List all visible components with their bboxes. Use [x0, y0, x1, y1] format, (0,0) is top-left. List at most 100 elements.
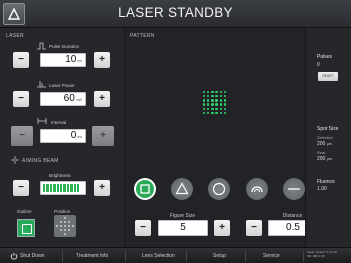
interval-number: 0 [70, 130, 77, 141]
pattern-dot [219, 95, 222, 98]
selected-spot-value: 200 µm [317, 141, 332, 147]
pattern-dot [203, 103, 206, 106]
line-icon [288, 188, 300, 190]
pattern-dot [219, 111, 222, 115]
laser-panel: LASER Pulse Duration − 10ms + Laser Powe… [0, 28, 125, 247]
laser-power-label: Laser Power [49, 83, 75, 88]
figure-size-label: Figure Size [169, 213, 196, 219]
brightness-segment [43, 184, 46, 192]
pattern-dot [219, 91, 222, 94]
interval-value[interactable]: 0ms [40, 129, 86, 143]
brightness-segment [73, 184, 76, 192]
real-label: Real [317, 150, 326, 155]
aiming-beam-label: AIMING BEAM [22, 158, 59, 164]
laser-power-unit: mW [75, 98, 82, 102]
outline-label: Outline [17, 209, 32, 214]
pattern-dot [207, 91, 210, 94]
pulse-duration-label: Pulse Duration [49, 44, 80, 49]
pattern-preview [203, 91, 228, 116]
pattern-dot [207, 103, 210, 106]
pulse-duration-decrease-button[interactable]: − [13, 52, 29, 68]
service-button[interactable]: Service [263, 248, 280, 263]
shape-arc-button[interactable] [246, 178, 268, 200]
brightness-increase-button[interactable]: + [94, 180, 110, 196]
laser-section-label: LASER [6, 33, 24, 39]
triangle-icon [175, 182, 189, 195]
brightness-segment [49, 184, 53, 192]
figure-size-decrease-button[interactable]: − [135, 220, 151, 236]
laser-power-increase-button[interactable]: + [94, 91, 110, 107]
outline-toggle[interactable] [17, 219, 35, 237]
shape-line-button[interactable] [283, 178, 305, 200]
pulse-duration-icon [37, 42, 46, 50]
distance-decrease-button[interactable]: − [246, 220, 262, 236]
pattern-panel: PATTERN Figure Size − 5 + Distance − 0.5 [125, 28, 318, 247]
pattern-dot [207, 95, 210, 98]
shape-circle-button[interactable] [208, 178, 230, 200]
pattern-dot [215, 99, 218, 102]
laser-power-icon [37, 81, 46, 88]
shape-triangle-button[interactable] [171, 178, 193, 200]
pattern-dot [215, 107, 218, 110]
brightness-segment [76, 184, 80, 192]
brightness-label: Brightness [49, 173, 71, 178]
interval-decrease-button[interactable]: − [11, 126, 33, 146]
pattern-dot [215, 111, 218, 115]
square-icon [140, 184, 150, 194]
pattern-dot [211, 103, 214, 106]
pattern-dot [203, 111, 206, 115]
setup-button[interactable]: Setup [213, 248, 226, 263]
brightness-segment [63, 184, 66, 192]
pattern-dot [211, 99, 214, 102]
pattern-dot [219, 103, 222, 106]
shut-down-button[interactable]: Shut Down [20, 248, 44, 263]
laser-power-decrease-button[interactable]: − [13, 91, 29, 107]
brightness-segment [59, 184, 63, 192]
pattern-dot [203, 95, 206, 98]
pulse-duration-increase-button[interactable]: + [94, 52, 110, 68]
figure-size-increase-button[interactable]: + [214, 220, 230, 236]
pattern-dot [211, 91, 214, 94]
brightness-decrease-button[interactable]: − [13, 180, 29, 196]
title-bar: LASER STANDBY [0, 0, 351, 28]
brightness-bar[interactable] [40, 181, 86, 195]
laser-power-number: 60 [63, 93, 75, 104]
pattern-dot [203, 107, 206, 110]
pulse-duration-value[interactable]: 10ms [40, 53, 86, 67]
figure-size-value[interactable]: 5 [158, 220, 208, 236]
serial-line: SN: 000 0 00 [307, 254, 325, 259]
power-icon [10, 252, 18, 260]
lens-selection-button[interactable]: Lens Selection [142, 248, 175, 263]
interval-unit: ms [77, 135, 82, 139]
pattern-dot [215, 103, 218, 106]
pattern-dot [203, 91, 206, 94]
pattern-dot [207, 99, 210, 102]
pattern-dot [211, 107, 214, 110]
pulse-duration-number: 10 [65, 54, 77, 65]
pattern-dot [219, 99, 222, 102]
pulses-value: 0 [317, 62, 320, 68]
position-button[interactable] [54, 215, 76, 237]
position-label: Position [54, 209, 71, 214]
shape-square-button[interactable] [134, 178, 156, 200]
pattern-dot [223, 107, 227, 110]
circle-icon [212, 182, 226, 196]
version-info: Laser version: 2.14.10 SN: 000 0 00 [307, 250, 337, 258]
laser-power-value[interactable]: 60mW [40, 92, 86, 106]
arc-icon [251, 186, 263, 193]
interval-increase-button[interactable]: + [92, 126, 114, 146]
position-icon [55, 216, 75, 236]
pattern-dot [207, 107, 210, 110]
brightness-segment [70, 184, 73, 192]
treatment-info-button[interactable]: Treatment Info [76, 248, 108, 263]
pattern-dot [223, 99, 227, 102]
pattern-dot [207, 111, 210, 115]
aiming-beam-icon [11, 156, 19, 164]
pattern-dot [223, 111, 227, 115]
fluence-value: 1.90 [317, 186, 327, 192]
selected-label: Selected [317, 135, 333, 140]
pulse-duration-unit: ms [77, 59, 82, 63]
brightness-segment [46, 184, 49, 192]
reset-button[interactable]: RESET [318, 72, 338, 81]
pattern-section-label: PATTERN [130, 33, 155, 39]
